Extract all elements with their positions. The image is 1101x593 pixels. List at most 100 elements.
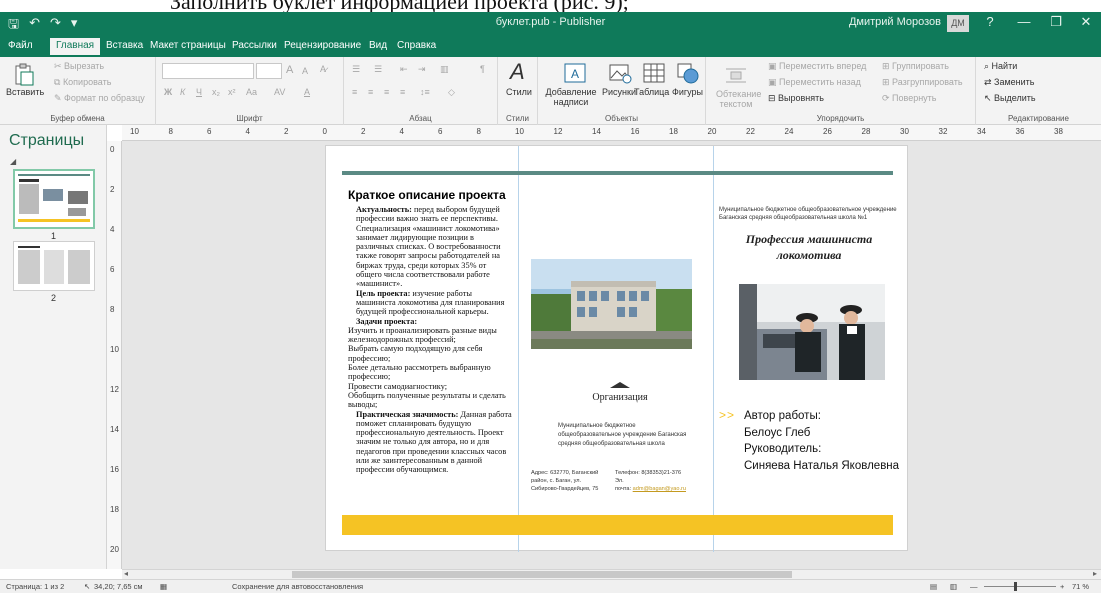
clear-format-icon[interactable]: A̷ — [320, 64, 326, 74]
page-indicator[interactable]: Страница: 1 из 2 — [6, 582, 64, 591]
bold-button[interactable]: Ж — [164, 87, 172, 97]
tab-insert[interactable]: Вставка — [106, 40, 143, 51]
horizontal-ruler[interactable]: 10 8 6 4 2 0 2 4 6 8 10 12 14 16 18 20 22 24 26 28 30 32 34 36 3… — [122, 125, 1101, 141]
horizontal-scrollbar[interactable]: ◂ ▸ — [122, 569, 1101, 579]
organization-name[interactable]: Муниципальное бюджетное общеобразователь… — [558, 422, 698, 449]
font-color-button[interactable]: A — [304, 87, 310, 97]
grow-font-button[interactable]: A — [286, 64, 293, 76]
zoom-level[interactable]: 71 % — [1072, 582, 1089, 591]
tab-page-design[interactable]: Макет страницы — [150, 40, 226, 51]
shrink-font-button[interactable]: A — [302, 66, 308, 76]
collapse-icon[interactable]: ◢ — [10, 157, 16, 166]
wrap-text-button[interactable]: Обтекание текстом — [716, 89, 761, 109]
bottom-accent-bar[interactable] — [342, 515, 893, 535]
top-accent-bar[interactable] — [342, 171, 893, 175]
ruler-tick-label: 8 — [110, 305, 115, 314]
page-thumbnail-2[interactable] — [13, 241, 95, 291]
booklet-page[interactable]: Краткое описание проекта Актуальность: п… — [325, 145, 908, 552]
align-right-icon[interactable]: ≡ — [384, 87, 389, 97]
address-text[interactable]: Адрес: 632770, Баганский район, с. Баган… — [531, 469, 601, 493]
vertical-ruler[interactable]: 0 2 4 6 8 10 12 14 16 18 20 — [107, 141, 122, 569]
font-name-combo[interactable] — [162, 63, 254, 79]
select-button[interactable]: ↖ Выделить — [984, 93, 1036, 104]
replace-button[interactable]: ⇄ Заменить — [984, 77, 1035, 88]
styles-button[interactable]: Стили — [506, 87, 532, 97]
contacts-text[interactable]: Телефон: 8(38353)21-376 Эл. почта: adm@b… — [615, 469, 695, 493]
underline-button[interactable]: Ч — [196, 87, 202, 97]
tab-mailings[interactable]: Рассылки — [232, 40, 277, 51]
ruler-tick-label: 12 — [110, 385, 119, 394]
ungroup-button[interactable]: ⊞ Разгруппировать — [882, 77, 963, 88]
tab-review[interactable]: Рецензирование — [284, 40, 361, 51]
group-button[interactable]: ⊞ Группировать — [882, 61, 949, 72]
scroll-thumb[interactable] — [292, 571, 792, 578]
bring-forward-button[interactable]: ▣ Переместить вперед — [768, 61, 866, 72]
scroll-right-icon[interactable]: ▸ — [1093, 569, 1097, 578]
tab-home[interactable]: Главная — [50, 38, 101, 55]
find-button[interactable]: ⌕ Найти — [984, 61, 1017, 72]
pictures-icon[interactable] — [608, 61, 632, 85]
line-spacing-icon[interactable]: ↕≡ — [420, 87, 430, 97]
zoom-out-button[interactable]: — — [970, 582, 978, 591]
add-textbox-button[interactable]: Добавление надписи — [542, 87, 600, 107]
single-page-view-icon[interactable]: ▤ — [930, 582, 937, 591]
bullets-icon[interactable]: ☰ — [352, 64, 360, 75]
close-button[interactable]: ✕ — [1071, 14, 1101, 30]
styles-icon[interactable]: A — [510, 59, 525, 85]
align-button[interactable]: ⊟ Выровнять — [768, 93, 824, 104]
user-name[interactable]: Дмитрий Морозов — [849, 16, 941, 28]
scroll-left-icon[interactable]: ◂ — [124, 569, 128, 578]
change-case-button[interactable]: Aa — [246, 87, 257, 97]
table-button[interactable]: Таблица — [634, 87, 669, 97]
help-button[interactable]: ? — [975, 14, 1005, 29]
workspace[interactable]: Краткое описание проекта Актуальность: п… — [122, 141, 1101, 569]
send-backward-button[interactable]: ▣ Переместить назад — [768, 77, 861, 88]
paste-icon[interactable] — [12, 63, 36, 87]
subscript-button[interactable]: x₂ — [212, 87, 220, 97]
minimize-button[interactable]: — — [1009, 14, 1039, 29]
avatar[interactable]: ДМ — [947, 15, 969, 32]
align-center-icon[interactable]: ≡ — [368, 87, 373, 97]
decrease-indent-icon[interactable]: ⇤ — [400, 64, 408, 75]
layout-icon[interactable]: ▦ — [160, 582, 167, 591]
restore-button[interactable]: ❐ — [1041, 14, 1071, 30]
paste-button[interactable]: Вставить — [6, 87, 44, 97]
tab-help[interactable]: Справка — [397, 40, 436, 51]
superscript-button[interactable]: x² — [228, 87, 236, 97]
booklet-title[interactable]: Профессия машиниста локомотива — [719, 231, 899, 263]
rotate-button[interactable]: ⟳ Повернуть — [882, 93, 937, 104]
shapes-button[interactable]: Фигуры — [672, 87, 703, 97]
page-thumbnail-1[interactable] — [13, 169, 95, 229]
tab-file[interactable]: Файл — [8, 40, 33, 51]
email-link[interactable]: adm@bagan@yao.ru — [633, 486, 686, 492]
locomotive-drivers-photo[interactable] — [739, 284, 885, 380]
table-icon[interactable] — [642, 61, 666, 85]
character-spacing-button[interactable]: AV — [274, 87, 285, 97]
zoom-slider[interactable] — [984, 586, 1056, 587]
pictures-button[interactable]: Рисунки — [602, 87, 636, 97]
wrap-text-icon[interactable] — [724, 63, 748, 87]
two-page-view-icon[interactable]: ▥ — [950, 582, 957, 591]
zoom-in-button[interactable]: + — [1060, 582, 1064, 591]
tab-view[interactable]: Вид — [369, 40, 387, 51]
copy-button[interactable]: ⧉ Копировать — [54, 77, 111, 88]
columns-icon[interactable]: ▥ — [440, 64, 449, 75]
organization-title[interactable]: Организация — [531, 392, 709, 403]
school-name[interactable]: Муниципальное бюджетное общеобразователь… — [719, 206, 899, 222]
numbering-icon[interactable]: ☰ — [374, 64, 382, 75]
project-description-textbox[interactable]: Краткое описание проекта Актуальность: п… — [348, 188, 513, 475]
shading-icon[interactable]: ◇ — [448, 87, 455, 98]
increase-indent-icon[interactable]: ⇥ — [418, 64, 426, 75]
school-building-photo[interactable] — [531, 259, 692, 349]
italic-button[interactable]: К — [180, 87, 185, 97]
align-left-icon[interactable]: ≡ — [352, 87, 357, 97]
cut-button[interactable]: ✂ Вырезать — [54, 61, 104, 72]
format-painter-button[interactable]: ✎ Формат по образцу — [54, 93, 145, 104]
shapes-icon[interactable] — [676, 61, 700, 85]
show-marks-button[interactable]: ¶ — [480, 64, 485, 74]
textbox-icon[interactable]: A — [563, 61, 587, 85]
justify-icon[interactable]: ≡ — [400, 87, 405, 97]
font-size-combo[interactable] — [256, 63, 282, 79]
author-block[interactable]: Автор работы: Белоус Глеб Руководитель: … — [744, 408, 914, 474]
zoom-slider-thumb[interactable] — [1014, 582, 1017, 591]
